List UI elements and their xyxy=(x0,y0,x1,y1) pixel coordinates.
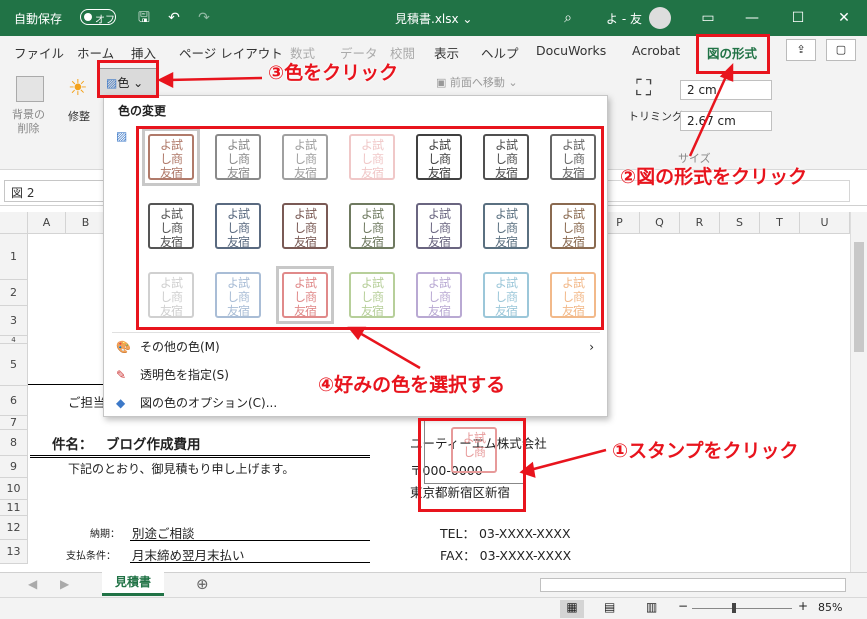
column-header[interactable]: Q xyxy=(640,212,680,234)
sheet-tab[interactable]: 見積書 xyxy=(102,572,164,596)
page-break-view-icon[interactable]: ▥ xyxy=(646,600,657,614)
annotation-box-color xyxy=(97,60,159,98)
tel[interactable]: TEL： 03-XXXX-XXXX xyxy=(440,523,571,542)
search-icon[interactable]: ⌕ xyxy=(548,4,588,32)
row-header[interactable]: 1 xyxy=(0,234,28,280)
annotation-box-stamp xyxy=(418,418,526,512)
add-sheet-icon[interactable]: ⊕ xyxy=(196,575,209,593)
row-header[interactable]: 4 xyxy=(0,336,28,344)
row-header[interactable]: 9 xyxy=(0,456,28,478)
column-header[interactable]: S xyxy=(720,212,760,234)
next-sheet-icon[interactable]: ▶ xyxy=(60,577,69,591)
annotation-step3: ③色をクリック xyxy=(268,62,399,84)
chevron-right-icon: › xyxy=(589,340,594,354)
zoom-in-icon[interactable]: + xyxy=(798,599,808,613)
row-header[interactable]: 6 xyxy=(0,386,28,416)
autosave-label: 自動保存 xyxy=(14,12,63,26)
subject-underline xyxy=(30,455,370,458)
cell-recipient[interactable]: ご担当 xyxy=(68,392,106,411)
column-header[interactable]: B xyxy=(66,212,106,234)
annotation-step1: ①スタンプをクリック xyxy=(612,440,799,462)
zoom-slider-thumb[interactable] xyxy=(732,603,736,613)
height-field[interactable]: 2 cm xyxy=(680,80,772,100)
subject-value[interactable]: ブログ作成費用 xyxy=(106,433,201,453)
tab-docuworks[interactable]: DocuWorks xyxy=(536,43,606,58)
autosave-toggle[interactable]: オフ xyxy=(80,9,116,26)
column-header[interactable]: R xyxy=(680,212,720,234)
crop-icon[interactable]: ⛶ xyxy=(636,76,651,101)
corrections-label[interactable]: 修整 xyxy=(68,108,90,124)
redo-icon[interactable]: ↷ xyxy=(184,4,224,32)
row-header[interactable]: 10 xyxy=(0,478,28,500)
bring-forward-label: 前面へ移動 xyxy=(449,76,505,89)
menu-divider xyxy=(112,332,600,333)
tab-file[interactable]: ファイル xyxy=(14,43,64,62)
file-name[interactable]: 見積書.xlsx ⌄ xyxy=(395,10,472,27)
intro-text[interactable]: 下記のとおり、御見積もり申し上げます。 xyxy=(68,460,294,477)
comments-icon[interactable]: ▢ xyxy=(826,39,856,61)
row-header[interactable]: 5 xyxy=(0,344,28,386)
vertical-scrollbar[interactable] xyxy=(850,212,867,572)
annotation-step2: ②図の形式をクリック xyxy=(620,166,808,188)
zoom-slider[interactable] xyxy=(692,603,792,613)
subject-label[interactable]: 件名： xyxy=(52,433,93,453)
ribbon-display-icon[interactable]: ▭ xyxy=(688,4,728,32)
share-icon[interactable]: ⇪ xyxy=(786,39,816,61)
transparent-color-icon: ✎ xyxy=(116,368,127,382)
zoom-level[interactable]: 85% xyxy=(818,601,842,614)
annotation-box-swatches xyxy=(136,126,604,330)
set-transparent-label: 透明色を指定(S) xyxy=(140,368,229,382)
column-header[interactable]: T xyxy=(760,212,800,234)
recolor-header: 色の変更 xyxy=(118,104,167,118)
close-icon[interactable]: ✕ xyxy=(824,4,864,32)
autosave-state: オフ xyxy=(95,15,115,26)
annotation-step4: ④好みの色を選択する xyxy=(318,374,506,396)
row-header[interactable]: 11 xyxy=(0,500,28,516)
tab-help[interactable]: ヘルプ xyxy=(481,43,519,62)
row-header[interactable]: 3 xyxy=(0,306,28,336)
prev-sheet-icon[interactable]: ◀ xyxy=(28,577,37,591)
annotation-box-format-tab xyxy=(696,34,770,74)
remove-background-label[interactable]: 背景の 削除 xyxy=(12,108,45,136)
tab-acrobat[interactable]: Acrobat xyxy=(632,43,680,58)
row-header[interactable]: 2 xyxy=(0,280,28,306)
user-name[interactable]: よ - 友 xyxy=(606,10,642,27)
palette-icon: 🎨 xyxy=(116,340,131,354)
scrollbar-thumb[interactable] xyxy=(854,242,864,352)
delivery-underline xyxy=(130,540,370,541)
crop-label[interactable]: トリミング xyxy=(628,108,683,124)
remove-background-icon[interactable] xyxy=(16,76,44,102)
bring-forward-button[interactable]: ▣ 前面へ移動 ⌄ xyxy=(436,74,518,90)
horizontal-scrollbar[interactable] xyxy=(540,578,846,592)
row-header[interactable]: 7 xyxy=(0,416,28,430)
minimize-icon[interactable]: — xyxy=(732,4,772,32)
sheet-tab-bar: ◀ ▶ 見積書 ⊕ xyxy=(0,572,867,597)
payment-underline xyxy=(130,562,370,563)
row-header[interactable]: 13 xyxy=(0,540,28,564)
corrections-icon[interactable]: ☀ xyxy=(68,76,88,101)
color-options-label: 図の色のオプション(C)... xyxy=(140,396,278,410)
column-header[interactable]: U xyxy=(800,212,850,234)
tab-view[interactable]: 表示 xyxy=(434,43,459,62)
more-colors-label: その他の色(M) xyxy=(140,340,220,354)
page-layout-view-icon[interactable]: ▤ xyxy=(604,600,615,614)
width-field[interactable]: 2.67 cm xyxy=(680,111,772,131)
maximize-icon[interactable]: ☐ xyxy=(778,4,818,32)
picture-icon: ▨ xyxy=(116,129,128,143)
delivery-label[interactable]: 納期： xyxy=(90,525,120,540)
avatar[interactable] xyxy=(649,7,671,29)
picture-options-icon: ◆ xyxy=(116,396,126,410)
payment-label[interactable]: 支払条件： xyxy=(66,547,116,562)
select-all-corner[interactable] xyxy=(0,212,28,234)
fax[interactable]: FAX： 03-XXXX-XXXX xyxy=(440,545,571,564)
row-header[interactable]: 8 xyxy=(0,430,28,456)
name-box[interactable]: 図 2 xyxy=(4,180,104,202)
normal-view-icon[interactable]: ▦ xyxy=(560,600,584,618)
row-header[interactable]: 12 xyxy=(0,516,28,540)
status-bar: ▦ ▤ ▥ − + 85% xyxy=(0,597,867,619)
more-colors-item[interactable]: 🎨 その他の色(M) › xyxy=(112,334,600,360)
column-header[interactable]: A xyxy=(28,212,66,234)
zoom-out-icon[interactable]: − xyxy=(678,599,688,613)
title-bar: 自動保存 オフ 🖫 ↶ ↷ 見積書.xlsx ⌄ ⌕ よ - 友 ▭ — ☐ ✕ xyxy=(0,0,867,36)
